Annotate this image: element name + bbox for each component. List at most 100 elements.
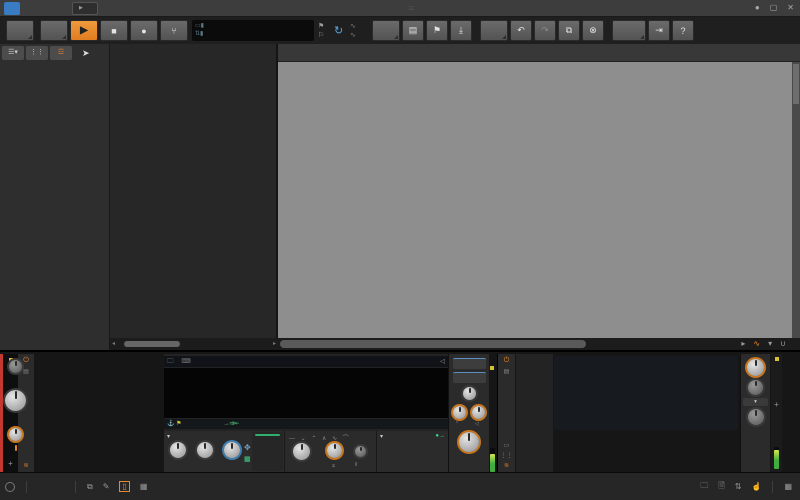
scroll-handle[interactable] <box>280 340 586 348</box>
loop-toggle-icon[interactable]: ↻ <box>334 24 343 37</box>
fx-chain-slot[interactable] <box>453 372 486 383</box>
glide-knob[interactable] <box>9 428 22 441</box>
width-knob[interactable] <box>453 406 466 419</box>
waveform-view[interactable] <box>164 368 448 418</box>
automation-visible-icon[interactable]: ∿ <box>753 339 760 348</box>
save-button[interactable]: ▤ <box>402 20 424 41</box>
filter-freq-knob[interactable] <box>293 443 310 460</box>
loop-mode-icons[interactable]: →⇉⇤ <box>223 421 239 427</box>
sampler-device-tab[interactable]: ⏻ ▤ ≋ <box>18 354 34 472</box>
eq-power-icon[interactable]: ⏻ <box>504 357 510 365</box>
grid-view-button[interactable]: ⋮⋮ <box>26 46 48 60</box>
delete-button[interactable]: ⊗ <box>582 20 604 41</box>
tempo-groove-icons[interactable]: ▭▮ ⇅▮ <box>195 22 204 38</box>
select-knob[interactable] <box>9 360 22 373</box>
edit-menu-button[interactable] <box>480 20 508 41</box>
filter-res-knob[interactable] <box>327 443 342 458</box>
add-menu-button[interactable] <box>372 20 400 41</box>
help-button[interactable]: ? <box>672 20 694 41</box>
tone-knob[interactable] <box>472 406 485 419</box>
record-button[interactable]: ● <box>130 20 158 41</box>
textures-title[interactable]: ▾ <box>167 433 170 440</box>
shift-knob[interactable] <box>748 380 763 395</box>
device-power-icon[interactable]: ⏻ <box>23 357 29 365</box>
eq-grid-icon[interactable]: ⋮⋮ <box>501 452 513 459</box>
beat-ruler[interactable] <box>278 44 800 62</box>
amount-knob[interactable] <box>747 359 764 376</box>
filter-shape-icons[interactable]: — ⌄ ⌃ ∧ ∿ ⌒ <box>289 433 351 442</box>
grain-knob[interactable] <box>197 442 213 458</box>
filter-res-icon: ⌅ <box>331 463 337 469</box>
note-chain-slot[interactable] <box>453 358 486 369</box>
play-flag-icon[interactable]: ⚑ <box>176 421 181 427</box>
project-tab[interactable]: ▶ <box>72 2 98 15</box>
play-menu-button[interactable] <box>40 20 68 41</box>
eq-device-tab[interactable]: ⏻ ▤ ▭ ⋮⋮ ≋ <box>497 354 515 472</box>
speed-knob[interactable] <box>170 442 186 458</box>
add-modulator-left-icon[interactable]: + <box>8 459 13 468</box>
window-settings-icon[interactable]: ● <box>755 3 760 12</box>
arranger-automation-icons[interactable]: ∿ ∿ <box>350 22 356 40</box>
follow-playhead-icon[interactable]: ▸ <box>741 339 745 348</box>
pan-knob[interactable] <box>463 387 476 400</box>
grid-setting[interactable]: ▾ <box>768 339 772 348</box>
launcher-panel-toggle-icon[interactable]: ▯ <box>119 481 130 492</box>
launcher-scrollbar[interactable]: ◂ ▸ <box>110 338 278 350</box>
grid-panel-toggle-icon[interactable]: ▦ <box>140 482 148 491</box>
window-maximize-icon[interactable]: ▢ <box>770 3 778 12</box>
device-menu-button[interactable] <box>612 20 646 41</box>
filter-keytrack-icon: ⫴ <box>355 462 358 468</box>
pitch-knob[interactable] <box>5 390 26 411</box>
info-icon[interactable] <box>5 481 15 492</box>
motion-knob[interactable] <box>224 442 240 458</box>
metronome-button[interactable]: ⑂ <box>160 20 188 41</box>
pointer-tool-icon[interactable]: ➤ <box>82 48 90 59</box>
dual-display-icon[interactable]: ⧉ <box>87 482 93 492</box>
eq-expand-icon[interactable]: ≋ <box>504 462 509 469</box>
env-mod-out-icon[interactable]: ●→ <box>435 433 445 439</box>
eq-window-icon[interactable]: ▭ <box>504 442 510 449</box>
arranger-hscrollbar[interactable]: ▸ ∿ ▾ ∪ <box>278 338 800 350</box>
mode-dropdown[interactable]: ▾ <box>743 398 768 406</box>
mixer-view-button[interactable]: ☲ <box>50 46 72 60</box>
stop-button[interactable]: ■ <box>100 20 128 41</box>
play-button[interactable]: ▶ <box>70 20 98 41</box>
play-anchor-icon[interactable]: ⚓ <box>167 421 174 427</box>
track-list-view-button[interactable]: ☰▾ <box>2 46 24 60</box>
width-icon: ° <box>456 421 458 427</box>
grain-grid-icon[interactable]: ▦ <box>244 455 251 463</box>
titlebar: ▶ ⁙ ● ▢ ✕ <box>0 0 800 17</box>
envelope-title[interactable]: ▾ <box>380 433 383 440</box>
browser-panel-icon[interactable]: 🗀 <box>700 480 708 494</box>
folder-icon[interactable]: 🗀 <box>167 358 174 365</box>
redo-button[interactable]: ↷ <box>534 20 556 41</box>
export-button[interactable]: ⤓ <box>450 20 472 41</box>
marker-button[interactable]: ⚑ <box>426 20 448 41</box>
add-device-end-button[interactable]: + <box>774 400 779 409</box>
inspector-panel-icon[interactable]: 🗎 <box>718 480 724 494</box>
plugin-window-button[interactable]: ⇥ <box>648 20 670 41</box>
device-notes-icon: ▤ <box>23 369 29 375</box>
duplicate-button[interactable]: ⧉ <box>558 20 580 41</box>
offset-len[interactable] <box>255 434 280 436</box>
snap-magnet-icon[interactable]: ∪ <box>780 339 786 348</box>
io-panel-icon[interactable]: ⇅ <box>735 482 742 491</box>
eq-curve-display[interactable] <box>554 356 738 430</box>
move-xy-icon[interactable]: ✥ <box>244 443 251 452</box>
device-expand-icon[interactable]: ≋ <box>23 462 28 469</box>
project-template-button[interactable] <box>4 2 20 15</box>
pen-tool-icon[interactable]: ✎ <box>103 482 110 491</box>
touch-panel-icon[interactable]: ☝ <box>751 482 761 491</box>
undo-button[interactable]: ↶ <box>510 20 532 41</box>
file-menu-button[interactable] <box>6 20 34 41</box>
out-knob[interactable] <box>459 432 479 452</box>
filter-keytrack-knob[interactable] <box>355 446 366 457</box>
panel-drag-handle-icon[interactable]: ⁙ <box>408 4 416 13</box>
output-knob[interactable] <box>747 409 764 425</box>
audition-icon[interactable]: ◁ <box>440 356 445 367</box>
arranger-vscrollbar[interactable] <box>792 62 800 338</box>
window-close-icon[interactable]: ✕ <box>787 3 794 12</box>
piano-keyboard-icon[interactable]: ▦ <box>784 482 792 491</box>
device-gap <box>489 356 496 472</box>
punch-in-out-icons[interactable]: ⚑ ⚐ <box>318 22 324 40</box>
